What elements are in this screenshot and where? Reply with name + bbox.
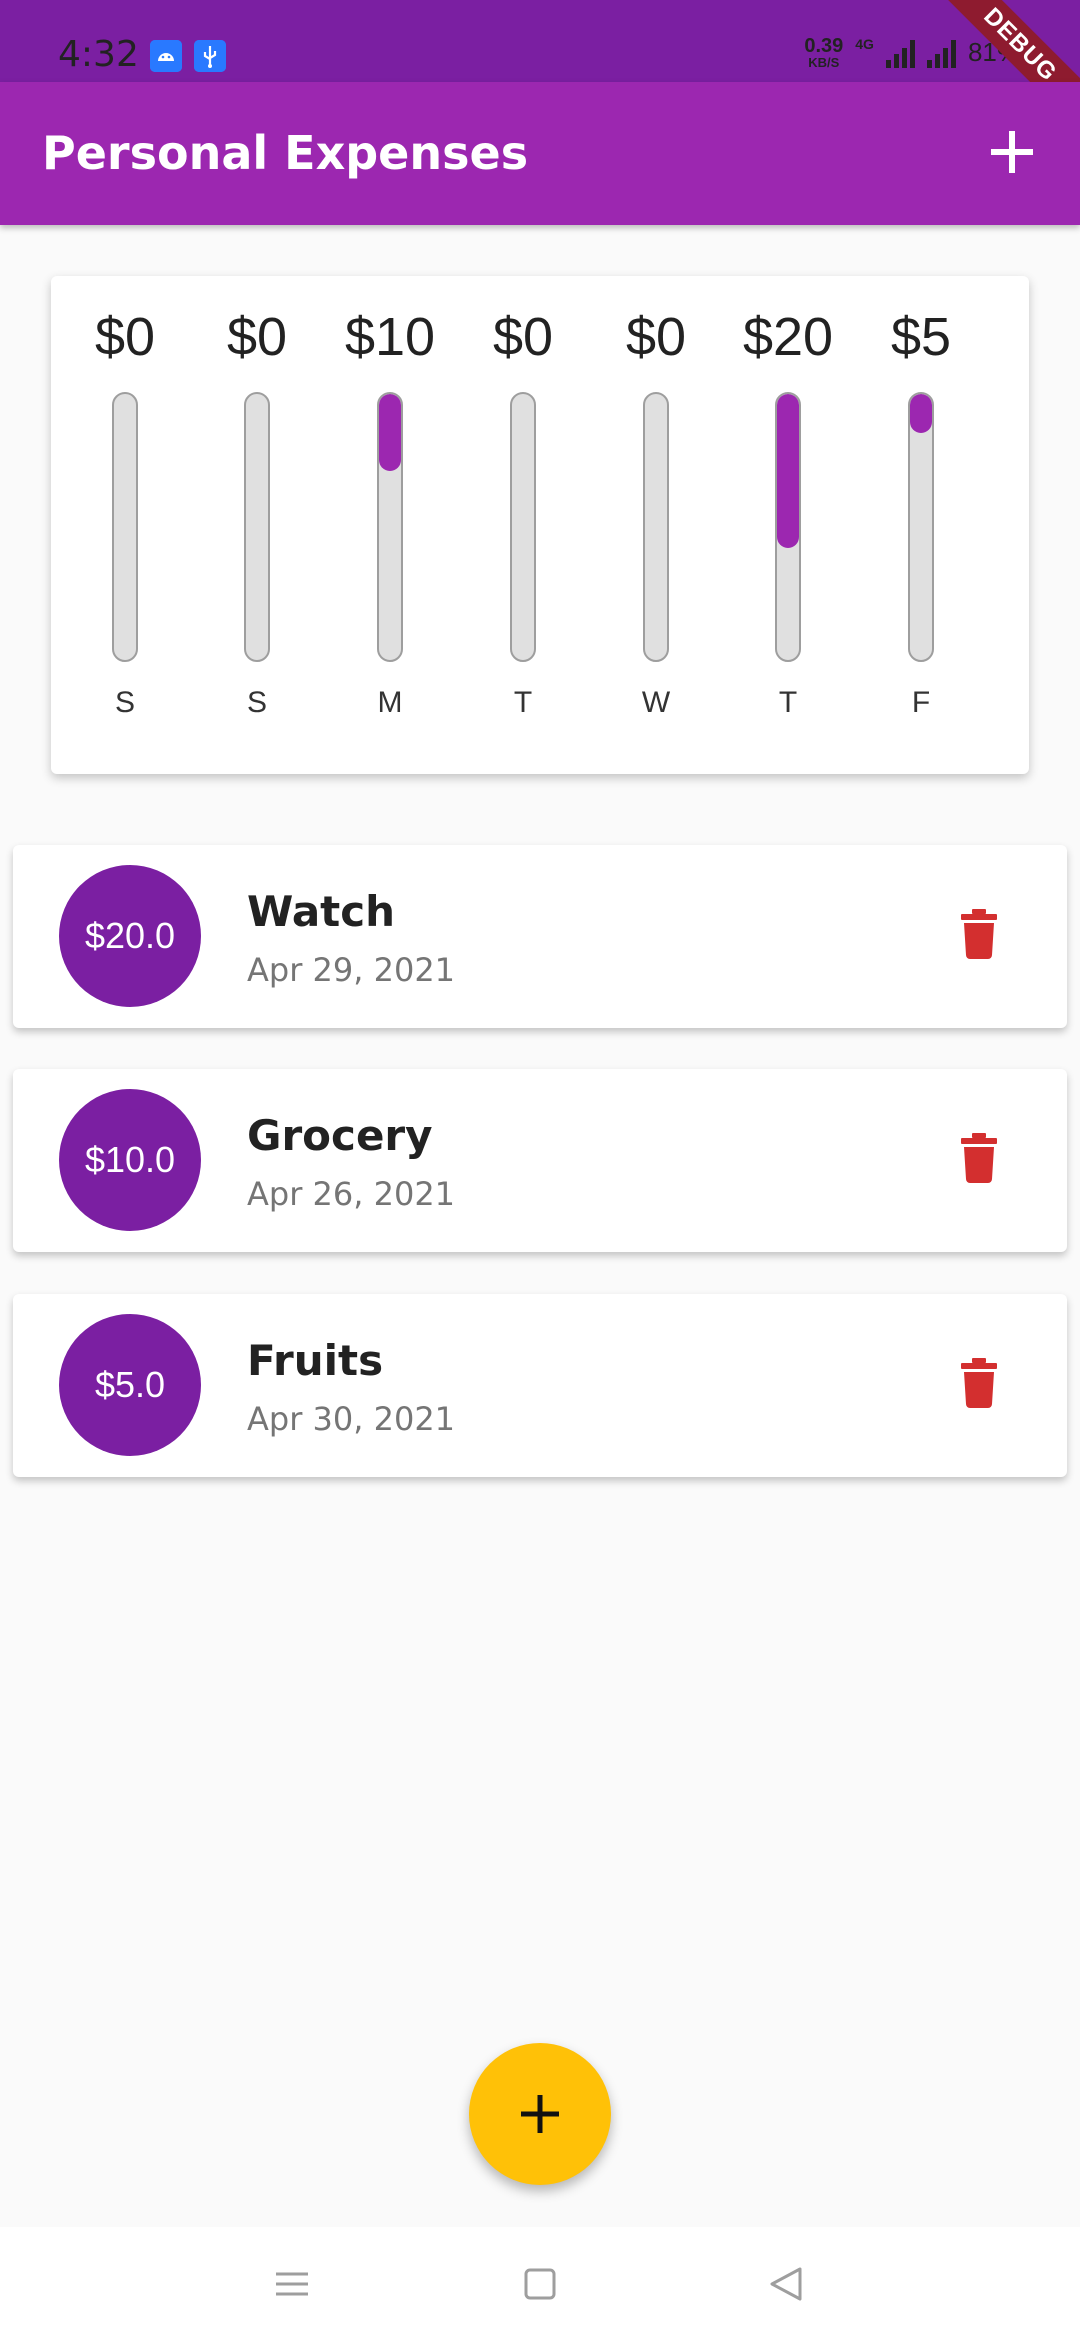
transaction-card: $10.0 Grocery Apr 26, 2021 bbox=[13, 1069, 1067, 1252]
chart-bar-column: $0 W bbox=[591, 276, 721, 774]
chart-bar-column: $20 T bbox=[723, 276, 853, 774]
chart-bar-track bbox=[510, 392, 536, 662]
back-icon[interactable] bbox=[756, 2257, 816, 2311]
chart-bar-amount: $10 bbox=[344, 307, 436, 367]
chart-bar-fill bbox=[777, 394, 799, 548]
network-type: 4G bbox=[855, 36, 874, 52]
chart-bar-amount: $0 bbox=[94, 307, 156, 367]
add-expense-button[interactable] bbox=[972, 112, 1052, 192]
signal-icon-2 bbox=[926, 38, 956, 68]
app-bar: Personal Expenses bbox=[0, 82, 1080, 225]
chart-day-label: S bbox=[246, 686, 267, 719]
menu-icon[interactable] bbox=[262, 2257, 322, 2311]
net-speed-unit: KB/S bbox=[808, 55, 840, 70]
amount-avatar: $5.0 bbox=[59, 1314, 201, 1456]
chart-bar-track bbox=[775, 392, 801, 662]
transaction-title: Watch bbox=[247, 887, 396, 936]
transaction-title: Grocery bbox=[247, 1111, 433, 1160]
chart-bar-track bbox=[908, 392, 934, 662]
net-speed-value: 0.39 bbox=[804, 35, 844, 57]
app-screen: 4:32 0.39 KB/S 4G 81% DEBUG Personal Exp… bbox=[0, 0, 1080, 2340]
chart-bar-column: $0 T bbox=[458, 276, 588, 774]
chart-bar-column: $0 S bbox=[192, 276, 322, 774]
transaction-card: $20.0 Watch Apr 29, 2021 bbox=[13, 845, 1067, 1028]
plus-icon bbox=[991, 131, 1033, 173]
page-title: Personal Expenses bbox=[42, 126, 529, 180]
home-icon[interactable] bbox=[510, 2257, 570, 2311]
chart-bar-track bbox=[643, 392, 669, 662]
chart-day-label: T bbox=[513, 686, 533, 719]
chart-bar-column: $0 S bbox=[60, 276, 190, 774]
transaction-date: Apr 26, 2021 bbox=[247, 1175, 456, 1213]
chart-bar-amount: $0 bbox=[625, 307, 687, 367]
chart-day-label: M bbox=[377, 686, 403, 719]
signal-icon bbox=[885, 38, 915, 68]
chart-day-label: S bbox=[114, 686, 135, 719]
chart-bar-amount: $0 bbox=[492, 307, 554, 367]
plus-icon bbox=[521, 2095, 559, 2133]
chart-bar-amount: $20 bbox=[742, 307, 834, 367]
transaction-date: Apr 29, 2021 bbox=[247, 951, 456, 989]
delete-icon[interactable] bbox=[961, 909, 997, 959]
status-indicators: 0.39 KB/S 4G 81% bbox=[804, 36, 1020, 69]
chart-bar-fill bbox=[910, 394, 932, 433]
chart-bar-track bbox=[244, 392, 270, 662]
chart-day-label: T bbox=[778, 686, 798, 719]
transaction-date: Apr 30, 2021 bbox=[247, 1400, 456, 1438]
delete-icon[interactable] bbox=[961, 1133, 997, 1183]
add-expense-fab[interactable] bbox=[469, 2043, 611, 2185]
android-notification-icon bbox=[150, 40, 182, 72]
status-bar: 4:32 0.39 KB/S 4G 81% DEBUG bbox=[0, 0, 1080, 144]
system-nav-bar bbox=[0, 2227, 1080, 2340]
chart-bar-column: $10 M bbox=[325, 276, 455, 774]
chart-bar-column: $5 F bbox=[856, 276, 986, 774]
transaction-title: Fruits bbox=[247, 1336, 384, 1385]
status-time: 4:32 bbox=[58, 34, 139, 75]
amount-avatar: $20.0 bbox=[59, 865, 201, 1007]
chart-day-label: W bbox=[641, 686, 671, 719]
delete-icon[interactable] bbox=[961, 1358, 997, 1408]
chart-bar-track bbox=[377, 392, 403, 662]
weekly-chart: $0 S $0 S $10 M $0 T $0 W $20 T $5 F bbox=[51, 276, 1029, 774]
chart-bar-track bbox=[112, 392, 138, 662]
chart-bar-fill bbox=[379, 394, 401, 471]
chart-bar-amount: $5 bbox=[890, 307, 952, 367]
transaction-card: $5.0 Fruits Apr 30, 2021 bbox=[13, 1294, 1067, 1477]
usb-icon bbox=[194, 40, 226, 72]
net-speed: 0.39 KB/S bbox=[804, 36, 843, 69]
chart-day-label: F bbox=[911, 686, 931, 719]
amount-avatar: $10.0 bbox=[59, 1089, 201, 1231]
chart-bar-amount: $0 bbox=[226, 307, 288, 367]
